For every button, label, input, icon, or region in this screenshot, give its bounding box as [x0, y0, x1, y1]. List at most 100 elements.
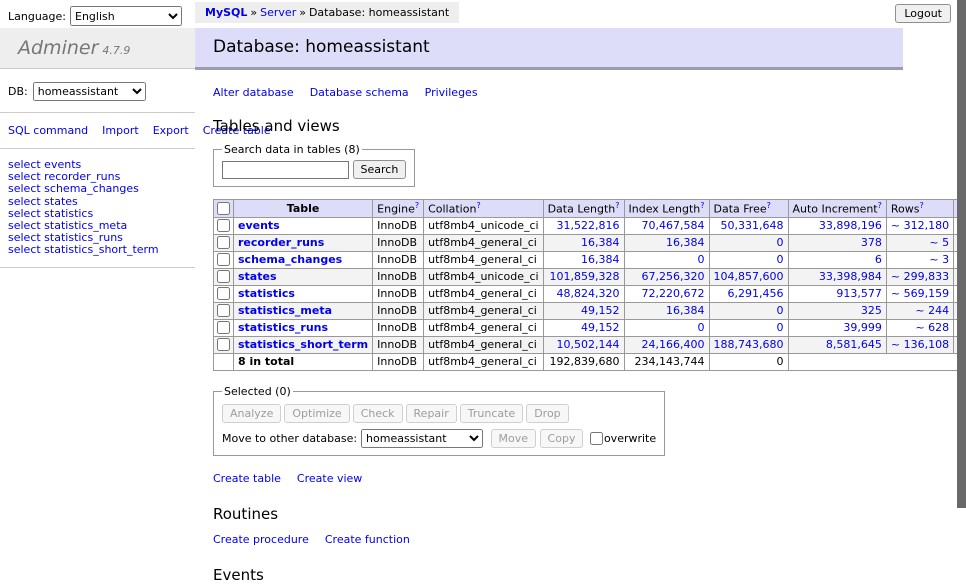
routine-link[interactable]: Create procedure [213, 533, 309, 546]
overwrite-checkbox[interactable] [590, 432, 603, 445]
sidebar-table-link[interactable]: select statistics_short_term [8, 244, 172, 256]
collation-cell: utf8mb4_general_ci [424, 302, 543, 319]
auto-increment-cell-link[interactable]: 8,581,645 [826, 338, 882, 351]
rows-cell-link[interactable]: ~ 628 [915, 321, 949, 334]
auto-increment-cell-link[interactable]: 39,999 [843, 321, 882, 334]
language-select[interactable]: English [70, 6, 182, 26]
help-link[interactable]: ? [415, 201, 419, 210]
data-free-cell-link[interactable]: 104,857,600 [714, 270, 784, 283]
data-length-cell-link[interactable]: 101,859,328 [550, 270, 620, 283]
scrollbar-track[interactable] [957, 0, 966, 543]
sidebar-action-link[interactable]: SQL command [8, 124, 88, 137]
auto-increment-cell-link[interactable]: 33,898,196 [819, 219, 882, 232]
help-link[interactable]: ? [767, 201, 771, 210]
breadcrumb-server-link[interactable]: Server [260, 6, 296, 19]
rows-cell-link[interactable]: ~ 244 [915, 304, 949, 317]
optimize-button[interactable]: Optimize [284, 404, 349, 423]
index-length-cell-link[interactable]: 24,166,400 [642, 338, 705, 351]
search-button[interactable]: Search [353, 160, 407, 179]
create-link[interactable]: Create view [297, 472, 362, 485]
index-length-cell-link[interactable]: 16,384 [666, 304, 705, 317]
sidebar-table-link[interactable]: select schema_changes [8, 183, 172, 195]
routine-link[interactable]: Create function [325, 533, 410, 546]
row-checkbox[interactable] [217, 236, 230, 249]
row-checkbox[interactable] [217, 321, 230, 334]
index-length-cell-link[interactable]: 0 [698, 253, 705, 266]
row-checkbox[interactable] [217, 270, 230, 283]
row-checkbox[interactable] [217, 304, 230, 317]
rows-cell-link[interactable]: ~ 312,180 [891, 219, 949, 232]
data-length-cell-link[interactable]: 31,522,816 [557, 219, 620, 232]
help-link[interactable]: ? [700, 201, 704, 210]
index-length-cell-link[interactable]: 67,256,320 [642, 270, 705, 283]
table-header-row: TableEngine?Collation?Data Length?Index … [214, 200, 966, 218]
table-name-link[interactable]: statistics_meta [238, 304, 332, 317]
data-length-cell-link[interactable]: 49,152 [581, 304, 620, 317]
copy-button[interactable]: Copy [540, 429, 584, 448]
analyze-button[interactable]: Analyze [222, 404, 281, 423]
auto-increment-cell-link[interactable]: 33,398,984 [819, 270, 882, 283]
rows-cell-link[interactable]: ~ 136,108 [891, 338, 949, 351]
row-checkbox[interactable] [217, 287, 230, 300]
table-name-link[interactable]: recorder_runs [238, 236, 324, 249]
help-link[interactable]: ? [615, 201, 619, 210]
index-length-cell-link[interactable]: 16,384 [666, 236, 705, 249]
rows-cell-link[interactable]: ~ 3 [929, 253, 949, 266]
table-name-link[interactable]: states [238, 270, 277, 283]
data-free-cell-link[interactable]: 50,331,648 [721, 219, 784, 232]
breadcrumb-mysql-link[interactable]: MySQL [205, 6, 247, 19]
help-link[interactable]: ? [878, 201, 882, 210]
data-free-cell-link[interactable]: 0 [777, 321, 784, 334]
data-free-cell-link[interactable]: 6,291,456 [728, 287, 784, 300]
sidebar-action-link[interactable]: Import [102, 124, 139, 137]
drop-button[interactable]: Drop [526, 404, 568, 423]
move-db-select[interactable]: homeassistant [361, 429, 483, 448]
auto-increment-cell-link[interactable]: 325 [861, 304, 882, 317]
auto-increment-cell-link[interactable]: 6 [875, 253, 882, 266]
scrollbar-thumb[interactable] [957, 0, 966, 508]
rows-cell-link[interactable]: ~ 569,159 [891, 287, 949, 300]
row-checkbox[interactable] [217, 338, 230, 351]
sidebar-action-link[interactable]: Export [153, 124, 189, 137]
auto-increment-cell-link[interactable]: 378 [861, 236, 882, 249]
truncate-button[interactable]: Truncate [460, 404, 523, 423]
data-free-cell-link[interactable]: 0 [777, 304, 784, 317]
data-length-cell: 48,824,320 [543, 285, 624, 302]
table-name-link[interactable]: events [238, 219, 280, 232]
data-free-cell-link[interactable]: 0 [777, 236, 784, 249]
data-free-cell-link[interactable]: 188,743,680 [714, 338, 784, 351]
data-length-cell-link[interactable]: 16,384 [581, 253, 620, 266]
database-link[interactable]: Privileges [425, 86, 478, 99]
table-name-link[interactable]: statistics_runs [238, 321, 328, 334]
select-all-checkbox[interactable] [217, 202, 230, 215]
db-select[interactable]: homeassistant [33, 82, 146, 101]
table-name-link[interactable]: statistics [238, 287, 295, 300]
index-length-cell-link[interactable]: 0 [698, 321, 705, 334]
data-free-cell-link[interactable]: 0 [777, 253, 784, 266]
repair-button[interactable]: Repair [406, 404, 457, 423]
create-link[interactable]: Create table [213, 472, 281, 485]
data-length-cell-link[interactable]: 49,152 [581, 321, 620, 334]
data-length-cell-link[interactable]: 10,502,144 [557, 338, 620, 351]
sidebar-table-link[interactable]: select states [8, 196, 172, 208]
row-checkbox[interactable] [217, 253, 230, 266]
help-link[interactable]: ? [476, 201, 480, 210]
engine-cell: InnoDB [373, 251, 424, 268]
database-link[interactable]: Alter database [213, 86, 294, 99]
logout-button[interactable]: Logout [895, 4, 951, 23]
check-button[interactable]: Check [353, 404, 403, 423]
search-input[interactable] [222, 161, 349, 179]
data-length-cell-link[interactable]: 16,384 [581, 236, 620, 249]
rows-cell-link[interactable]: ~ 5 [929, 236, 949, 249]
data-length-cell-link[interactable]: 48,824,320 [557, 287, 620, 300]
index-length-cell-link[interactable]: 72,220,672 [642, 287, 705, 300]
row-checkbox[interactable] [217, 219, 230, 232]
database-link[interactable]: Database schema [310, 86, 409, 99]
rows-cell-link[interactable]: ~ 299,833 [891, 270, 949, 283]
table-name-link[interactable]: statistics_short_term [238, 338, 368, 351]
table-name-link[interactable]: schema_changes [238, 253, 342, 266]
index-length-cell-link[interactable]: 70,467,584 [642, 219, 705, 232]
help-link[interactable]: ? [919, 201, 923, 210]
auto-increment-cell-link[interactable]: 913,577 [836, 287, 882, 300]
move-button[interactable]: Move [491, 429, 537, 448]
